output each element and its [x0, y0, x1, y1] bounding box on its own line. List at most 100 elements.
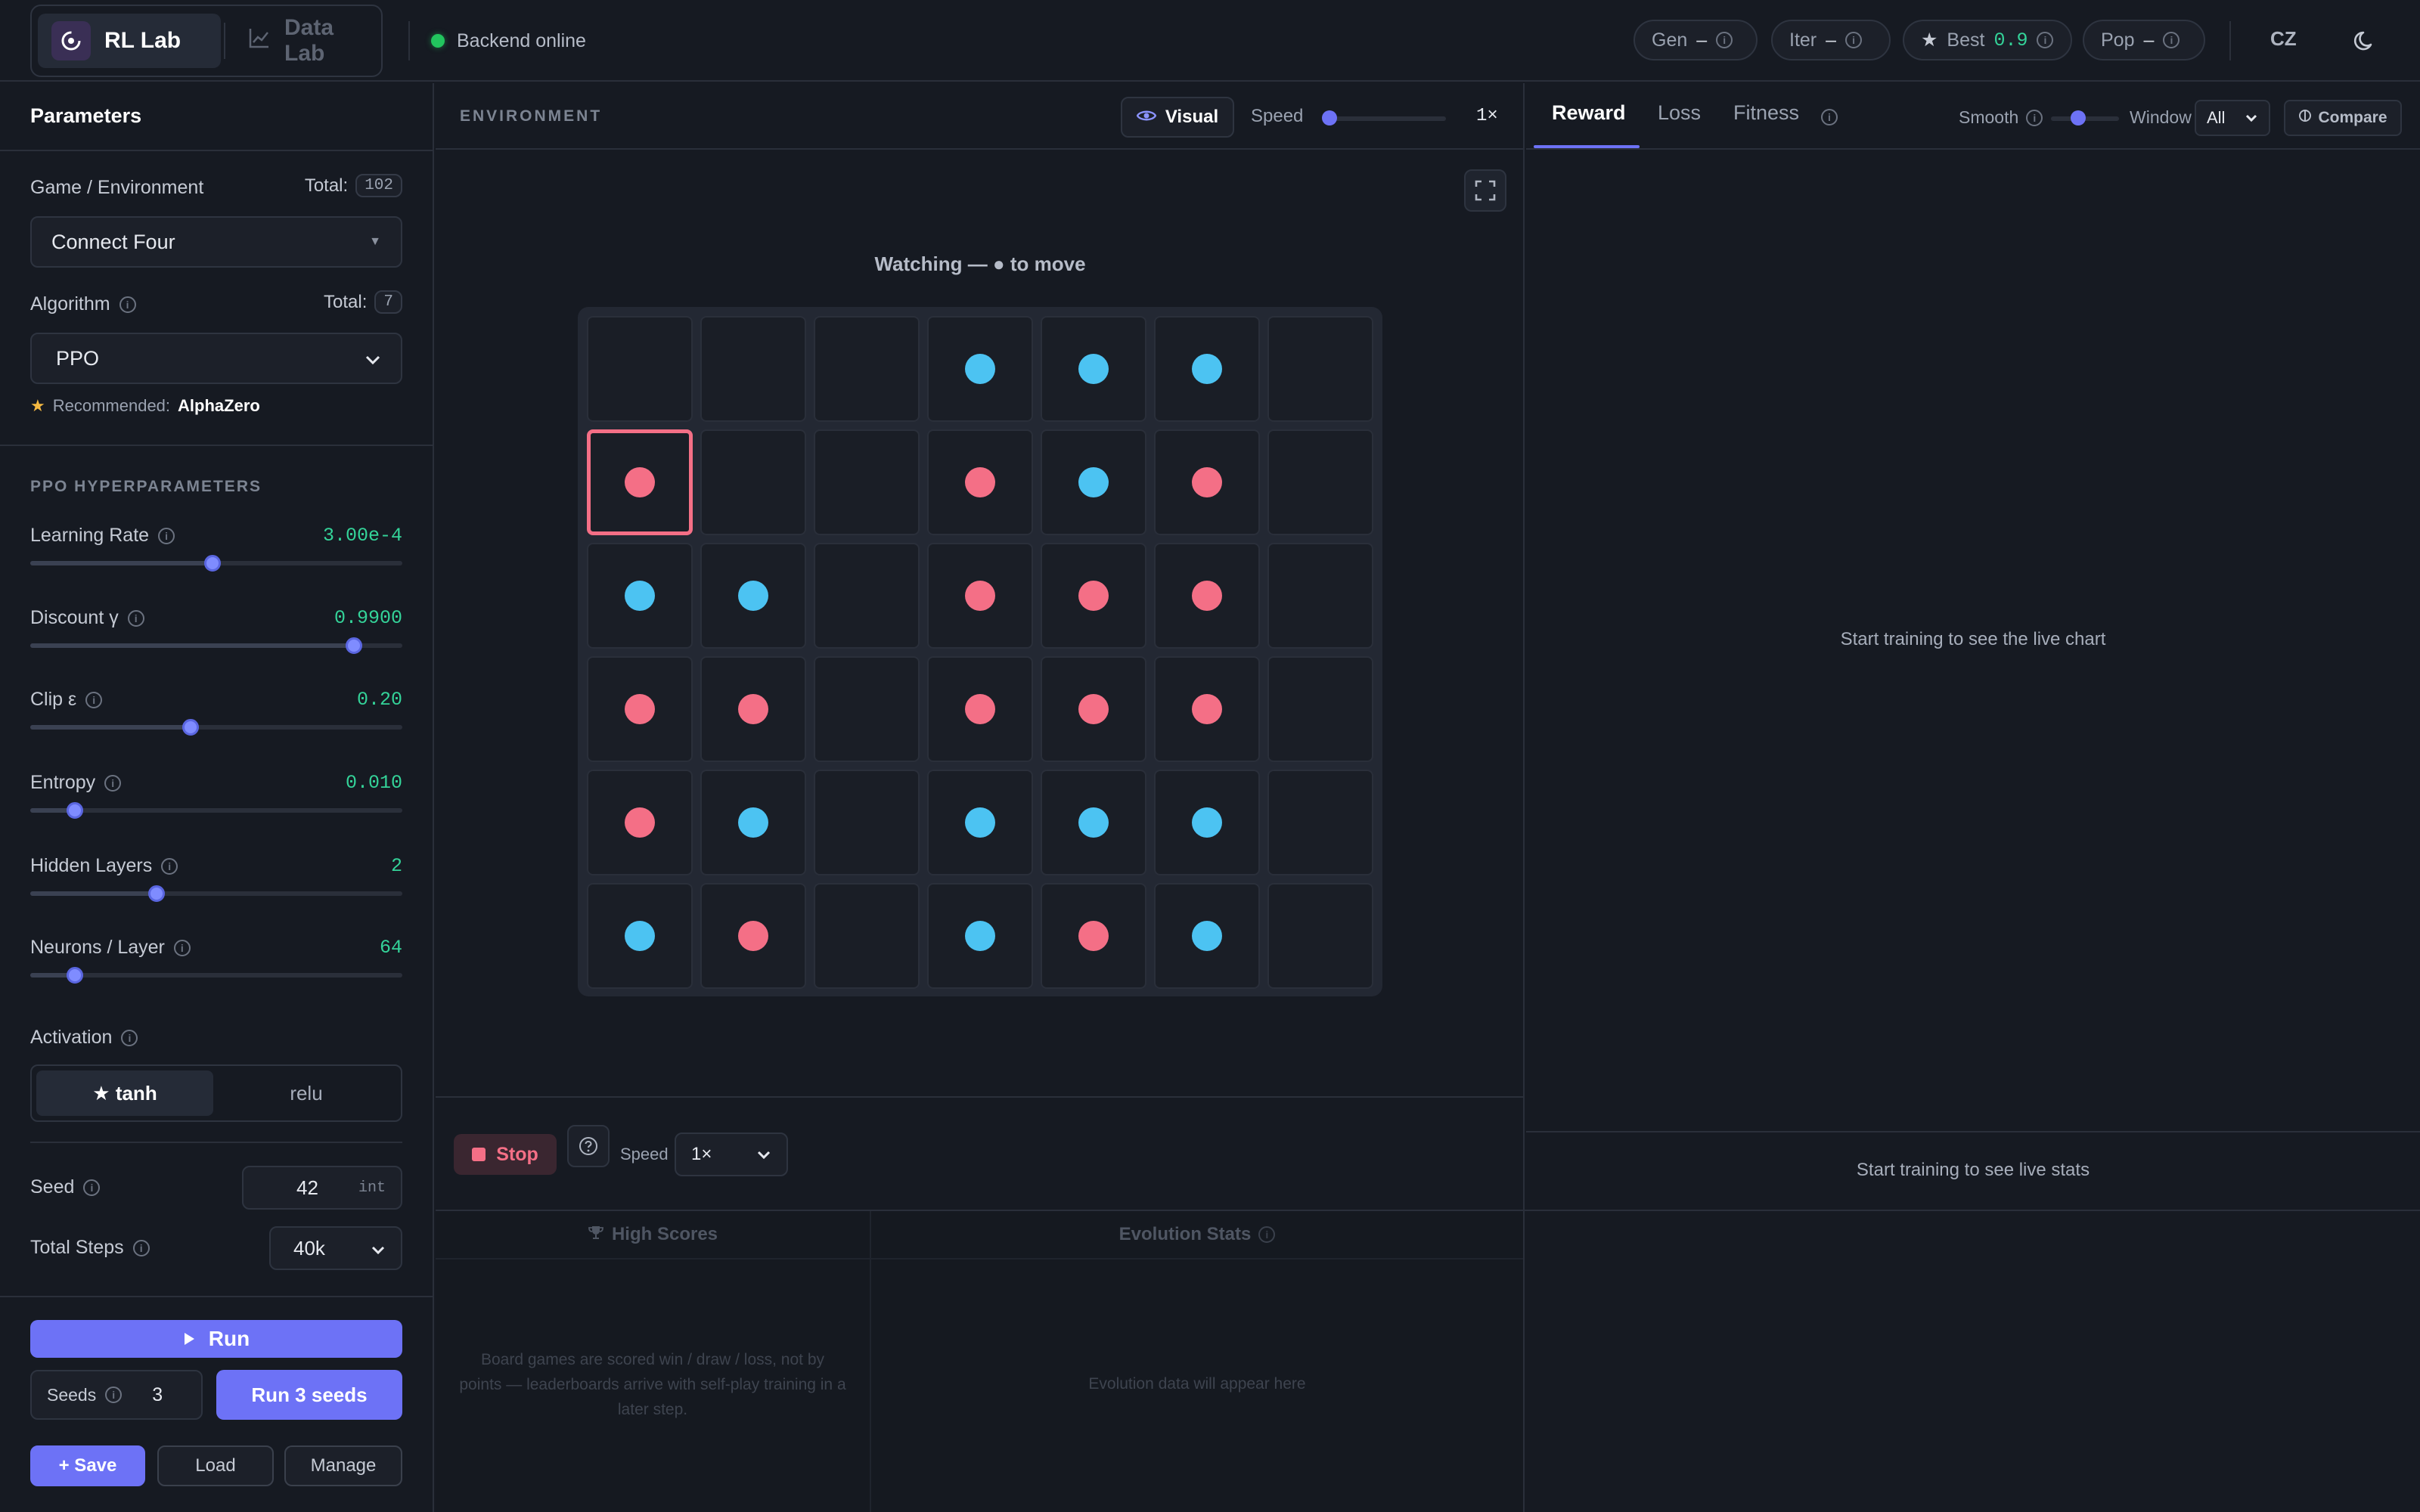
save-button[interactable]: + Save — [30, 1445, 145, 1486]
slider-thumb[interactable] — [67, 967, 84, 984]
board-cell[interactable] — [700, 883, 806, 989]
slider-thumb[interactable] — [346, 637, 363, 654]
info-icon[interactable]: i — [104, 774, 122, 792]
board-cell[interactable] — [700, 316, 806, 422]
compare-button[interactable]: Compare — [2284, 100, 2402, 136]
hyperparam-slider[interactable] — [30, 967, 402, 984]
info-icon[interactable]: i — [158, 527, 175, 544]
info-icon[interactable]: i — [2026, 109, 2043, 126]
hyperparam-slider[interactable] — [30, 885, 402, 902]
run-button[interactable]: Run — [30, 1320, 402, 1358]
board-cell[interactable] — [700, 656, 806, 762]
board-cell[interactable] — [1041, 543, 1146, 649]
board-cell[interactable] — [1154, 429, 1260, 535]
board-cell[interactable] — [587, 543, 693, 649]
board-cell[interactable] — [1041, 316, 1146, 422]
info-icon[interactable]: i — [1716, 32, 1733, 48]
board-cell[interactable] — [1041, 770, 1146, 875]
info-icon[interactable]: i — [105, 1387, 123, 1403]
info-icon[interactable]: i — [1845, 32, 1863, 48]
board-cell[interactable] — [1041, 656, 1146, 762]
board-cell[interactable] — [587, 883, 693, 989]
board-cell[interactable] — [927, 883, 1033, 989]
board-cell[interactable] — [814, 316, 920, 422]
info-icon[interactable]: i — [2037, 32, 2054, 48]
best-pill[interactable]: ★ Best 0.9 i — [1903, 20, 2072, 60]
smooth-slider[interactable] — [2051, 110, 2119, 125]
seed-input[interactable]: 42 int — [242, 1166, 402, 1210]
board-cell[interactable] — [1267, 543, 1373, 649]
board-cell[interactable] — [1267, 770, 1373, 875]
info-icon[interactable]: i — [1821, 109, 1838, 125]
board-cell[interactable] — [1267, 429, 1373, 535]
hyperparam-slider[interactable] — [30, 637, 402, 654]
board-cell[interactable] — [814, 429, 920, 535]
iter-pill[interactable]: Iter – i — [1771, 20, 1891, 60]
app-tab-data-lab[interactable]: Data Lab — [234, 14, 377, 68]
board-cell[interactable] — [927, 770, 1033, 875]
board-cell[interactable] — [1267, 656, 1373, 762]
activation-option-tanh[interactable]: ★ tanh — [36, 1070, 213, 1116]
load-button[interactable]: Load — [157, 1445, 274, 1486]
pop-pill[interactable]: Pop – i — [2083, 20, 2205, 60]
algorithm-select[interactable]: PPO — [30, 333, 402, 384]
info-icon[interactable]: i — [1258, 1226, 1276, 1243]
slider-thumb[interactable] — [182, 719, 199, 736]
run-seeds-button[interactable]: Run 3 seeds — [216, 1370, 402, 1420]
info-icon[interactable]: i — [2163, 32, 2180, 48]
recommended-value[interactable]: AlphaZero — [178, 396, 260, 416]
slider-thumb[interactable] — [67, 802, 84, 819]
fullscreen-icon[interactable] — [1464, 169, 1506, 212]
info-icon[interactable]: i — [173, 939, 191, 956]
board-cell[interactable] — [587, 656, 693, 762]
board-cell[interactable] — [814, 543, 920, 649]
speed-slider[interactable] — [1322, 110, 1446, 125]
info-icon[interactable]: i — [161, 857, 178, 875]
board-cell[interactable] — [927, 316, 1033, 422]
board-cell[interactable] — [927, 656, 1033, 762]
tab-fitness[interactable]: Fitness — [1733, 101, 1799, 125]
board-cell[interactable] — [1267, 883, 1373, 989]
window-select[interactable]: All — [2195, 100, 2270, 136]
seeds-input[interactable]: Seeds i 3 — [30, 1370, 203, 1420]
help-icon[interactable] — [567, 1125, 610, 1167]
board-cell[interactable] — [814, 656, 920, 762]
slider-thumb[interactable] — [204, 555, 222, 572]
visual-toggle-button[interactable]: Visual — [1121, 97, 1234, 138]
board-cell[interactable] — [1154, 883, 1260, 989]
hyperparam-slider[interactable] — [30, 719, 402, 736]
speed-slider-thumb[interactable] — [1322, 110, 1337, 125]
board-cell[interactable] — [1267, 316, 1373, 422]
board-cell[interactable] — [1154, 316, 1260, 422]
board-cell[interactable] — [700, 543, 806, 649]
board-cell[interactable] — [1154, 543, 1260, 649]
slider-thumb[interactable] — [148, 885, 166, 902]
speed-select[interactable]: 1× — [675, 1132, 788, 1176]
board-cell[interactable] — [587, 770, 693, 875]
board-cell[interactable] — [1154, 770, 1260, 875]
info-icon[interactable]: i — [132, 1239, 150, 1256]
board-cell[interactable] — [1154, 656, 1260, 762]
board-cell[interactable] — [927, 429, 1033, 535]
board-cell[interactable] — [1041, 883, 1146, 989]
board-cell[interactable] — [700, 429, 806, 535]
app-tab-rl-lab[interactable]: RL Lab — [38, 14, 221, 68]
board-cell[interactable] — [814, 770, 920, 875]
activation-option-relu[interactable]: relu — [218, 1070, 395, 1116]
gen-pill[interactable]: Gen – i — [1634, 20, 1758, 60]
total-steps-select[interactable]: 40k — [269, 1226, 402, 1270]
info-icon[interactable]: i — [127, 609, 144, 627]
hyperparam-slider[interactable] — [30, 802, 402, 819]
board-cell[interactable] — [700, 770, 806, 875]
hyperparam-slider[interactable] — [30, 555, 402, 572]
info-icon[interactable]: i — [85, 691, 103, 708]
smooth-slider-thumb[interactable] — [2071, 110, 2086, 125]
info-icon[interactable]: i — [83, 1179, 101, 1196]
board-cell[interactable] — [927, 543, 1033, 649]
info-icon[interactable]: i — [119, 296, 136, 313]
board-cell[interactable] — [587, 316, 693, 422]
game-select[interactable]: Connect Four ▼ — [30, 216, 402, 268]
manage-button[interactable]: Manage — [284, 1445, 402, 1486]
tab-reward[interactable]: Reward — [1552, 101, 1626, 125]
board-cell[interactable] — [1041, 429, 1146, 535]
